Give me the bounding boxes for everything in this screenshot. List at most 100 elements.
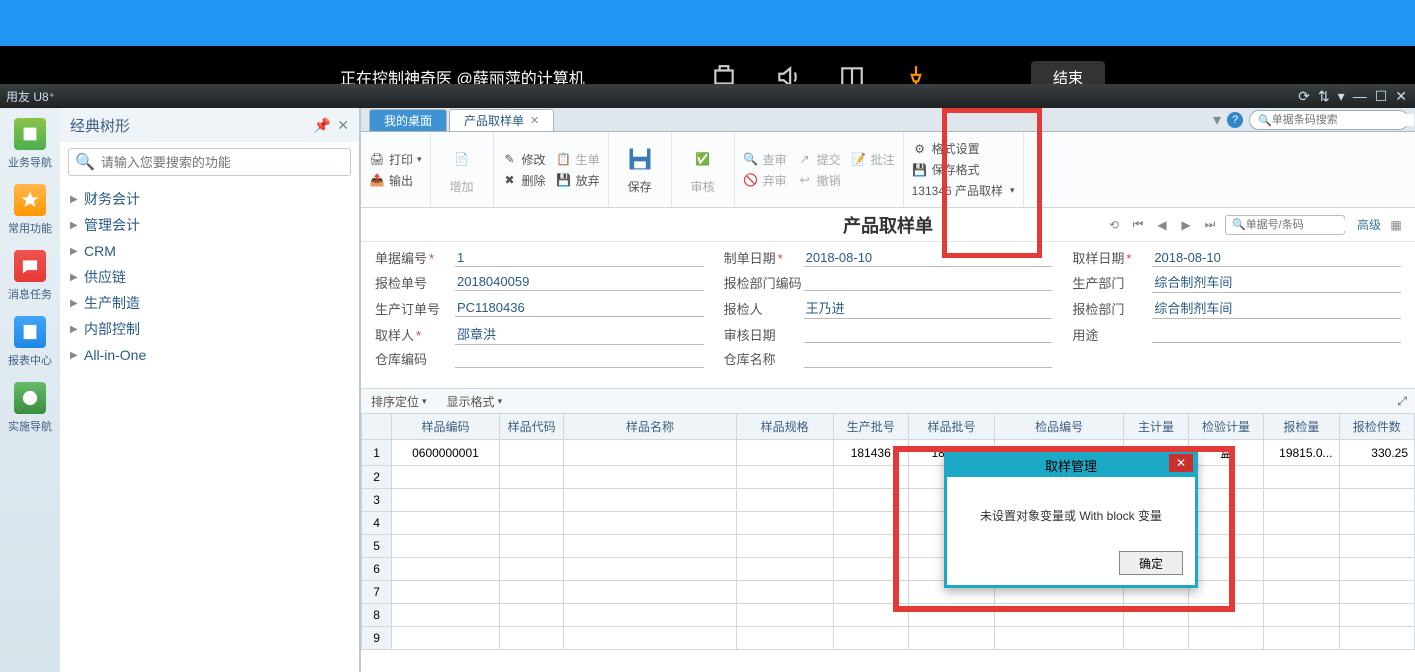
nav-next-icon[interactable]: ▶	[1177, 216, 1195, 234]
data-grid[interactable]: 样品编码 样品代码 样品名称 样品规格 生产批号 样品批号 检品编号 主计量 检…	[361, 413, 1415, 650]
tree-close-icon[interactable]: ✕	[337, 117, 349, 134]
sidebar-item-label: 消息任务	[8, 286, 52, 302]
field-audit-date: 审核日期	[724, 323, 1053, 345]
table-row[interactable]: 4	[362, 512, 1415, 535]
field-value[interactable]	[455, 350, 704, 368]
modify-button[interactable]: ✎修改	[502, 151, 546, 168]
raw-button[interactable]: 📋生单	[556, 151, 600, 168]
sidebar-item-common[interactable]: 常用功能	[6, 180, 54, 240]
dialog-ok-button[interactable]: 确定	[1119, 551, 1183, 575]
sidebar-item-label: 业务导航	[8, 154, 52, 170]
tree-item[interactable]: ▶All-in-One	[70, 342, 349, 368]
output-button[interactable]: 📤输出	[369, 172, 413, 189]
discard-button[interactable]: 🚫弃审	[743, 172, 787, 189]
sidebar-item-business[interactable]: 业务导航	[6, 114, 54, 174]
tree-search-input[interactable]	[101, 155, 344, 170]
tree-panel: 经典树形 📌✕ 🔍 ▶财务会计 ▶管理会计 ▶CRM ▶供应链 ▶生产制造 ▶内…	[60, 108, 360, 672]
dialog-close-button[interactable]: ✕	[1169, 454, 1193, 472]
tree-item[interactable]: ▶内部控制	[70, 316, 349, 342]
doc-search[interactable]: 🔍	[1225, 215, 1345, 235]
field-value[interactable]: PC1180436	[455, 299, 704, 317]
tab-close-icon[interactable]: ✕	[530, 114, 539, 127]
table-row[interactable]: 8	[362, 604, 1415, 627]
tree-search[interactable]: 🔍	[68, 148, 351, 176]
field-inspect-no: 报检单号2018040059	[375, 271, 704, 293]
nav-refresh-icon[interactable]: ⟲	[1105, 216, 1123, 234]
grid-more-icon[interactable]: ⤢	[1397, 394, 1407, 409]
tree-item[interactable]: ▶管理会计	[70, 212, 349, 238]
sidebar-item-label: 实施导航	[8, 418, 52, 434]
doc-list-icon[interactable]: ▦	[1387, 216, 1405, 234]
sidebar-item-implement[interactable]: 实施导航	[6, 378, 54, 438]
nav-prev-icon[interactable]: ◀	[1153, 216, 1171, 234]
field-value[interactable]: 2018040059	[455, 273, 704, 291]
field-value[interactable]: 1	[455, 249, 704, 267]
notes-button[interactable]: 📝批注	[851, 151, 895, 168]
advanced-link[interactable]: 高级	[1357, 216, 1381, 233]
sync-icon[interactable]: ⇅	[1318, 88, 1330, 105]
tab-dropdown-icon[interactable]: ▾	[1213, 110, 1221, 130]
table-row[interactable]: 3	[362, 489, 1415, 512]
close-icon[interactable]: ✕	[1395, 88, 1407, 105]
submit-button[interactable]: ↗提交	[797, 151, 841, 168]
tree-item[interactable]: ▶财务会计	[70, 186, 349, 212]
tree-item[interactable]: ▶生产制造	[70, 290, 349, 316]
table-row[interactable]: 5	[362, 535, 1415, 558]
format-set-button[interactable]: ⚙格式设置	[912, 140, 980, 157]
grid-area: 排序定位 ▾ 显示格式 ▾ ⤢ 样品编码 样品代码 样品名称 样品规格 生产批号…	[361, 388, 1415, 650]
barcode-search-input[interactable]	[1272, 114, 1414, 126]
table-row[interactable]: 2	[362, 466, 1415, 489]
table-row[interactable]: 7	[362, 581, 1415, 604]
ribbon-toolbar: 🖨打印▾ 📤输出 📄增加 ✎修改 📋生单 ✖删除 💾放弃 保存 ✅审核 🔍查审	[361, 132, 1415, 208]
dialog-titlebar[interactable]: 取样管理 ✕	[947, 453, 1195, 477]
delete-button[interactable]: ✖删除	[502, 172, 546, 189]
field-prod-order: 生产订单号PC1180436	[375, 297, 704, 319]
nav-first-icon[interactable]: ⏮	[1129, 216, 1147, 234]
field-value[interactable]: 2018-08-10	[1152, 249, 1401, 267]
more-icon[interactable]: ▾	[1338, 88, 1345, 105]
field-value[interactable]: 综合制剂车间	[1152, 271, 1401, 293]
sidebar-item-messages[interactable]: 消息任务	[6, 246, 54, 306]
print-button[interactable]: 🖨打印▾	[369, 151, 422, 168]
document-title: 产品取样单	[843, 212, 933, 238]
field-value[interactable]: 邵章洪	[455, 323, 704, 345]
field-wh-name: 仓库名称	[724, 349, 1053, 368]
tree-item[interactable]: ▶供应链	[70, 264, 349, 290]
field-value[interactable]: 2018-08-10	[804, 249, 1053, 267]
barcode-search[interactable]: 🔍	[1249, 110, 1409, 130]
minimize-icon[interactable]: —	[1353, 88, 1367, 105]
add-button[interactable]: 📄增加	[447, 144, 477, 195]
tab-product-sampling[interactable]: 产品取样单✕	[449, 109, 554, 131]
table-row[interactable]: 9	[362, 627, 1415, 650]
revoke-button[interactable]: ↩撤销	[797, 172, 841, 189]
field-value[interactable]	[804, 273, 1053, 291]
audit-button[interactable]: ✅审核	[688, 144, 718, 195]
tree-pin-icon[interactable]: 📌	[314, 117, 331, 134]
save-button[interactable]: 保存	[625, 144, 655, 195]
sidebar-item-reports[interactable]: 报表中心	[6, 312, 54, 372]
tab-my-desktop[interactable]: 我的桌面	[369, 109, 447, 131]
error-dialog: 取样管理 ✕ 未设置对象变量或 With block 变量 确定	[944, 450, 1198, 588]
save-format-button[interactable]: 💾保存格式	[912, 161, 980, 178]
table-row[interactable]: 6	[362, 558, 1415, 581]
field-value[interactable]	[804, 350, 1053, 368]
dialog-title: 取样管理	[1045, 456, 1097, 475]
field-value[interactable]: 综合制剂车间	[1152, 297, 1401, 319]
search-icon: 🔍	[75, 152, 95, 172]
nav-last-icon[interactable]: ⏭	[1201, 216, 1219, 234]
template-dropdown[interactable]: 131346 产品取样▾	[912, 182, 1015, 199]
grid-sort[interactable]: 排序定位 ▾	[371, 393, 427, 410]
refresh-icon[interactable]: ⟳	[1298, 88, 1310, 105]
field-value[interactable]	[804, 325, 1053, 343]
field-value[interactable]: 王乃进	[804, 297, 1053, 319]
grid-display[interactable]: 显示格式 ▾	[447, 393, 503, 410]
abandon-button[interactable]: 💾放弃	[556, 172, 600, 189]
maximize-icon[interactable]: ☐	[1375, 88, 1388, 105]
check-button[interactable]: 🔍查审	[743, 151, 787, 168]
table-row[interactable]: 10600000001181436180436PC0012018-0058盒盒1…	[362, 440, 1415, 466]
tree-item[interactable]: ▶CRM	[70, 238, 349, 264]
help-icon[interactable]: ?	[1227, 112, 1243, 128]
document-tabs: 我的桌面 产品取样单✕ ▾ ? 🔍	[361, 108, 1415, 132]
field-value[interactable]	[1152, 325, 1401, 343]
field-prod-dept: 生产部门综合制剂车间	[1072, 271, 1401, 293]
